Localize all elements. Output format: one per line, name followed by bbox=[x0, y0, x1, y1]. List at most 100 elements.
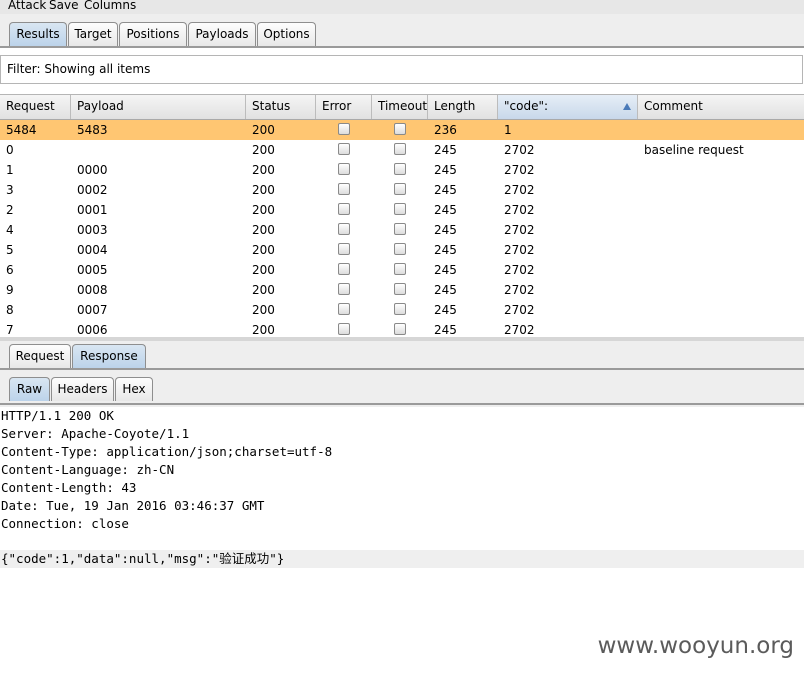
error-checkbox bbox=[338, 143, 350, 155]
cell-status: 200 bbox=[252, 123, 275, 137]
menu-columns[interactable]: Columns bbox=[84, 0, 136, 12]
cell-request: 2 bbox=[6, 203, 14, 217]
cell-code: 2702 bbox=[504, 303, 535, 317]
cell-length: 245 bbox=[434, 183, 457, 197]
cell-status: 200 bbox=[252, 323, 275, 335]
menu-attack[interactable]: Attack bbox=[8, 0, 46, 12]
table-row[interactable]: 4 0003 200 245 2702 bbox=[0, 220, 804, 240]
table-row[interactable]: 1 0000 200 245 2702 bbox=[0, 160, 804, 180]
col-timeout[interactable]: Timeout bbox=[372, 95, 428, 119]
cell-code: 2702 bbox=[504, 163, 535, 177]
tab-payloads[interactable]: Payloads bbox=[188, 22, 256, 46]
response-header-line: Content-Type: application/json;charset=u… bbox=[1, 444, 333, 459]
cell-status: 200 bbox=[252, 223, 275, 237]
response-header-line: Server: Apache-Coyote/1.1 bbox=[1, 426, 190, 441]
cell-payload bbox=[71, 140, 77, 160]
reqresp-divider bbox=[0, 368, 804, 370]
cell-length: 245 bbox=[434, 203, 457, 217]
table-row[interactable]: 8 0007 200 245 2702 bbox=[0, 300, 804, 320]
cell-length: 245 bbox=[434, 223, 457, 237]
cell-code: 2702 bbox=[504, 183, 535, 197]
cell-code: 2702 bbox=[504, 223, 535, 237]
table-row[interactable]: 5 0004 200 245 2702 bbox=[0, 240, 804, 260]
cell-status: 200 bbox=[252, 263, 275, 277]
cell-status: 200 bbox=[252, 243, 275, 257]
col-code[interactable]: "code": bbox=[498, 95, 638, 119]
error-checkbox bbox=[338, 283, 350, 295]
table-header: Request Payload Status Error Timeout Len… bbox=[0, 95, 804, 120]
response-header-line: Connection: close bbox=[1, 516, 129, 531]
tab-target[interactable]: Target bbox=[68, 22, 118, 46]
tab-results[interactable]: Results bbox=[9, 22, 67, 46]
cell-length: 245 bbox=[434, 283, 457, 297]
table-row[interactable]: 0 200 245 2702 baseline request bbox=[0, 140, 804, 160]
tab-response[interactable]: Response bbox=[72, 344, 146, 368]
cell-comment bbox=[638, 200, 644, 220]
cell-comment bbox=[638, 120, 644, 140]
tab-options[interactable]: Options bbox=[257, 22, 316, 46]
cell-status: 200 bbox=[252, 283, 275, 297]
timeout-checkbox bbox=[394, 123, 406, 135]
cell-payload: 0001 bbox=[77, 203, 108, 217]
col-payload[interactable]: Payload bbox=[71, 95, 246, 119]
cell-status: 200 bbox=[252, 163, 275, 177]
results-table: Request Payload Status Error Timeout Len… bbox=[0, 94, 804, 335]
timeout-checkbox bbox=[394, 323, 406, 335]
error-checkbox bbox=[338, 203, 350, 215]
cell-request: 4 bbox=[6, 223, 14, 237]
cell-payload: 0008 bbox=[77, 283, 108, 297]
timeout-checkbox bbox=[394, 223, 406, 235]
timeout-checkbox bbox=[394, 283, 406, 295]
cell-request: 0 bbox=[6, 143, 14, 157]
table-row[interactable]: 6 0005 200 245 2702 bbox=[0, 260, 804, 280]
cell-length: 245 bbox=[434, 143, 457, 157]
cell-comment bbox=[638, 280, 644, 300]
cell-payload: 0004 bbox=[77, 243, 108, 257]
menu-save[interactable]: Save bbox=[49, 0, 78, 12]
error-checkbox bbox=[338, 323, 350, 335]
cell-comment bbox=[638, 180, 644, 200]
cell-comment bbox=[638, 160, 644, 180]
cell-length: 236 bbox=[434, 123, 457, 137]
tab-headers[interactable]: Headers bbox=[51, 377, 114, 401]
cell-code: 2702 bbox=[504, 243, 535, 257]
table-row[interactable]: 2 0001 200 245 2702 bbox=[0, 200, 804, 220]
timeout-checkbox bbox=[394, 243, 406, 255]
timeout-checkbox bbox=[394, 263, 406, 275]
cell-comment bbox=[638, 260, 644, 280]
cell-request: 6 bbox=[6, 263, 14, 277]
response-header-line: Date: Tue, 19 Jan 2016 03:46:37 GMT bbox=[1, 498, 265, 513]
error-checkbox bbox=[338, 243, 350, 255]
table-row[interactable]: 7 0006 200 245 2702 bbox=[0, 320, 804, 335]
menu-bar: Attack Save Columns bbox=[0, 0, 804, 14]
col-error[interactable]: Error bbox=[316, 95, 372, 119]
error-checkbox bbox=[338, 163, 350, 175]
cell-length: 245 bbox=[434, 303, 457, 317]
tab-raw[interactable]: Raw bbox=[9, 377, 50, 401]
cell-payload: 0006 bbox=[77, 323, 108, 335]
col-comment[interactable]: Comment bbox=[638, 95, 804, 119]
table-row[interactable]: 5484 5483 200 236 1 bbox=[0, 120, 804, 140]
table-row[interactable]: 3 0002 200 245 2702 bbox=[0, 180, 804, 200]
filter-bar[interactable]: Filter: Showing all items bbox=[0, 55, 803, 84]
cell-status: 200 bbox=[252, 303, 275, 317]
col-code-label: "code": bbox=[504, 99, 549, 113]
cell-comment bbox=[638, 320, 644, 335]
tab-hex[interactable]: Hex bbox=[115, 377, 153, 401]
tab-divider bbox=[0, 46, 804, 48]
cell-payload: 0000 bbox=[77, 163, 108, 177]
sort-ascending-icon bbox=[623, 103, 631, 110]
timeout-checkbox bbox=[394, 143, 406, 155]
tab-request[interactable]: Request bbox=[9, 344, 71, 368]
cell-comment bbox=[638, 220, 644, 240]
view-tab-bar: Raw Headers Hex bbox=[0, 371, 804, 407]
cell-length: 245 bbox=[434, 263, 457, 277]
table-row[interactable]: 9 0008 200 245 2702 bbox=[0, 280, 804, 300]
col-length[interactable]: Length bbox=[428, 95, 498, 119]
cell-code: 2702 bbox=[504, 283, 535, 297]
col-request[interactable]: Request bbox=[0, 95, 71, 119]
response-header-line: Content-Length: 43 bbox=[1, 480, 137, 495]
tab-positions[interactable]: Positions bbox=[119, 22, 187, 46]
error-checkbox bbox=[338, 263, 350, 275]
col-status[interactable]: Status bbox=[246, 95, 316, 119]
